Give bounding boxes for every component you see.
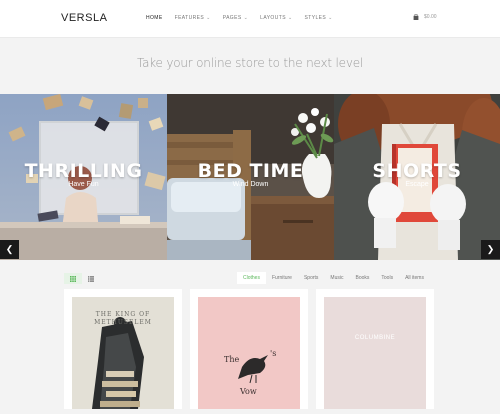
product-card[interactable]: The 's Vow xyxy=(190,289,308,409)
main-nav: HOME FEATURES ⌄ PAGES ⌄ LAYOUTS ⌄ STYLES… xyxy=(146,15,333,21)
filter-all-items[interactable]: All items xyxy=(399,272,430,284)
filter-books[interactable]: Books xyxy=(349,272,375,284)
nav-layouts-label: LAYOUTS xyxy=(260,15,286,21)
chevron-down-icon: ⌄ xyxy=(206,15,211,21)
slide-bed-time[interactable]: BED TIME Wind Down xyxy=(167,94,334,260)
nav-pages[interactable]: PAGES ⌄ xyxy=(223,15,248,21)
nav-features[interactable]: FEATURES ⌄ xyxy=(175,15,211,21)
product-card[interactable]: COLUMBINE xyxy=(316,289,434,409)
grid-view-button[interactable] xyxy=(64,273,82,284)
shopping-bag-icon xyxy=(413,14,419,20)
slider-next-arrow-icon[interactable]: ❯ xyxy=(481,240,500,259)
hero-slider: THRILLING Have Fun BED TIME Wind Down SH… xyxy=(0,94,500,260)
slide-title: SHORTS xyxy=(372,160,462,182)
list-view-button[interactable] xyxy=(82,273,100,284)
chevron-down-icon: ⌄ xyxy=(287,15,293,21)
slide-thrilling[interactable]: THRILLING Have Fun xyxy=(0,94,167,260)
nav-home[interactable]: HOME xyxy=(146,15,163,21)
site-logo[interactable]: VERSLA xyxy=(61,12,107,24)
cart-total: $0.00 xyxy=(424,14,437,20)
slide-subtitle: Have Fun xyxy=(68,181,99,188)
chevron-down-icon: ⌄ xyxy=(328,15,333,21)
nav-styles-label: STYLES xyxy=(304,15,327,21)
chevron-down-icon: ⌄ xyxy=(243,15,249,21)
product-image: THE KING OF METHUSELEM xyxy=(72,297,174,409)
book-title: COLUMBINE xyxy=(354,335,396,341)
filter-music[interactable]: Music xyxy=(324,272,349,284)
product-image: COLUMBINE xyxy=(324,297,426,409)
tagline: Take your online store to the next level xyxy=(136,56,364,70)
list-icon xyxy=(88,275,94,282)
filter-clothes[interactable]: Clothes xyxy=(237,272,266,284)
filter-sports[interactable]: Sports xyxy=(298,272,324,284)
slide-title: THRILLING xyxy=(24,160,143,182)
nav-pages-label: PAGES xyxy=(222,15,242,21)
nav-layouts[interactable]: LAYOUTS ⌄ xyxy=(260,15,292,21)
nav-features-label: FEATURES xyxy=(174,15,205,21)
filter-furniture[interactable]: Furniture xyxy=(266,272,298,284)
slide-subtitle: Escape xyxy=(405,181,429,188)
slide-shorts[interactable]: SHORTS Escape xyxy=(334,94,500,260)
view-toggle xyxy=(64,273,100,284)
product-image: The 's Vow xyxy=(198,297,300,409)
book-title-3: Vow xyxy=(240,387,257,396)
product-card[interactable]: THE KING OF METHUSELEM xyxy=(64,289,182,409)
site-header: VERSLA HOME FEATURES ⌄ PAGES ⌄ LAYOUTS ⌄… xyxy=(0,0,500,38)
category-filters: Clothes Furniture Sports Music Books Too… xyxy=(237,272,430,284)
grid-icon xyxy=(70,275,76,282)
nav-home-label: HOME xyxy=(146,15,163,21)
book-title-2: 's xyxy=(270,349,277,358)
slide-subtitle: Wind Down xyxy=(232,181,269,188)
book-title: THE KING OF METHUSELEM xyxy=(94,311,152,326)
slider-prev-arrow-icon[interactable]: ❮ xyxy=(0,240,19,259)
filter-tools[interactable]: Tools xyxy=(375,272,399,284)
nav-styles[interactable]: STYLES ⌄ xyxy=(305,15,333,21)
book-title-1: The xyxy=(224,355,240,364)
cart-button[interactable]: $0.00 xyxy=(413,14,437,20)
slide-title: BED TIME xyxy=(197,160,304,182)
